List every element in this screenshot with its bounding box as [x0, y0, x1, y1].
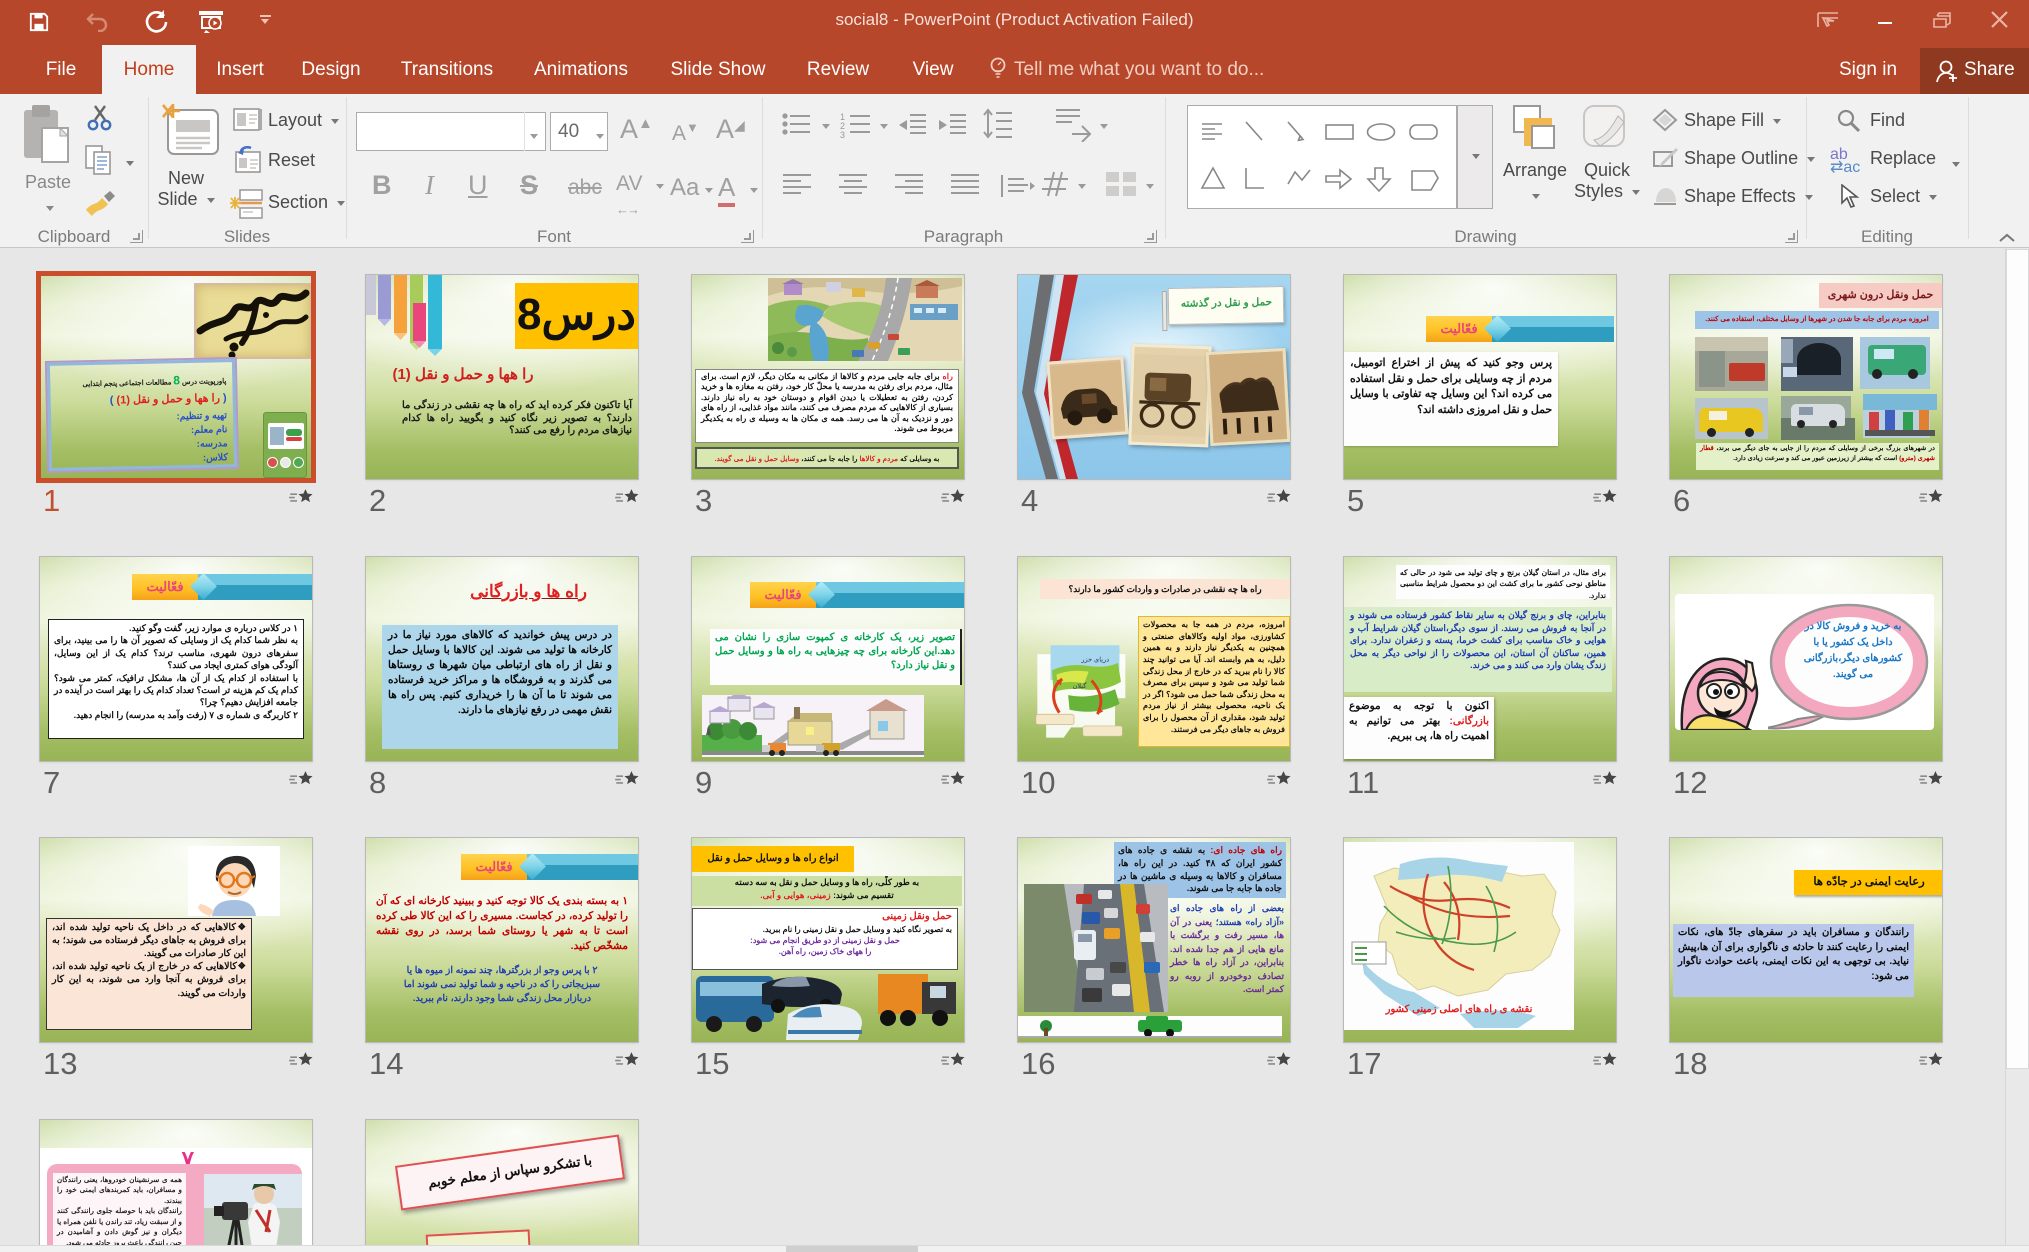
svg-text:3: 3 [840, 130, 845, 140]
svg-text:گیلان: گیلان [1073, 681, 1088, 690]
svg-text:دریای خزر: دریای خزر [1080, 655, 1109, 663]
